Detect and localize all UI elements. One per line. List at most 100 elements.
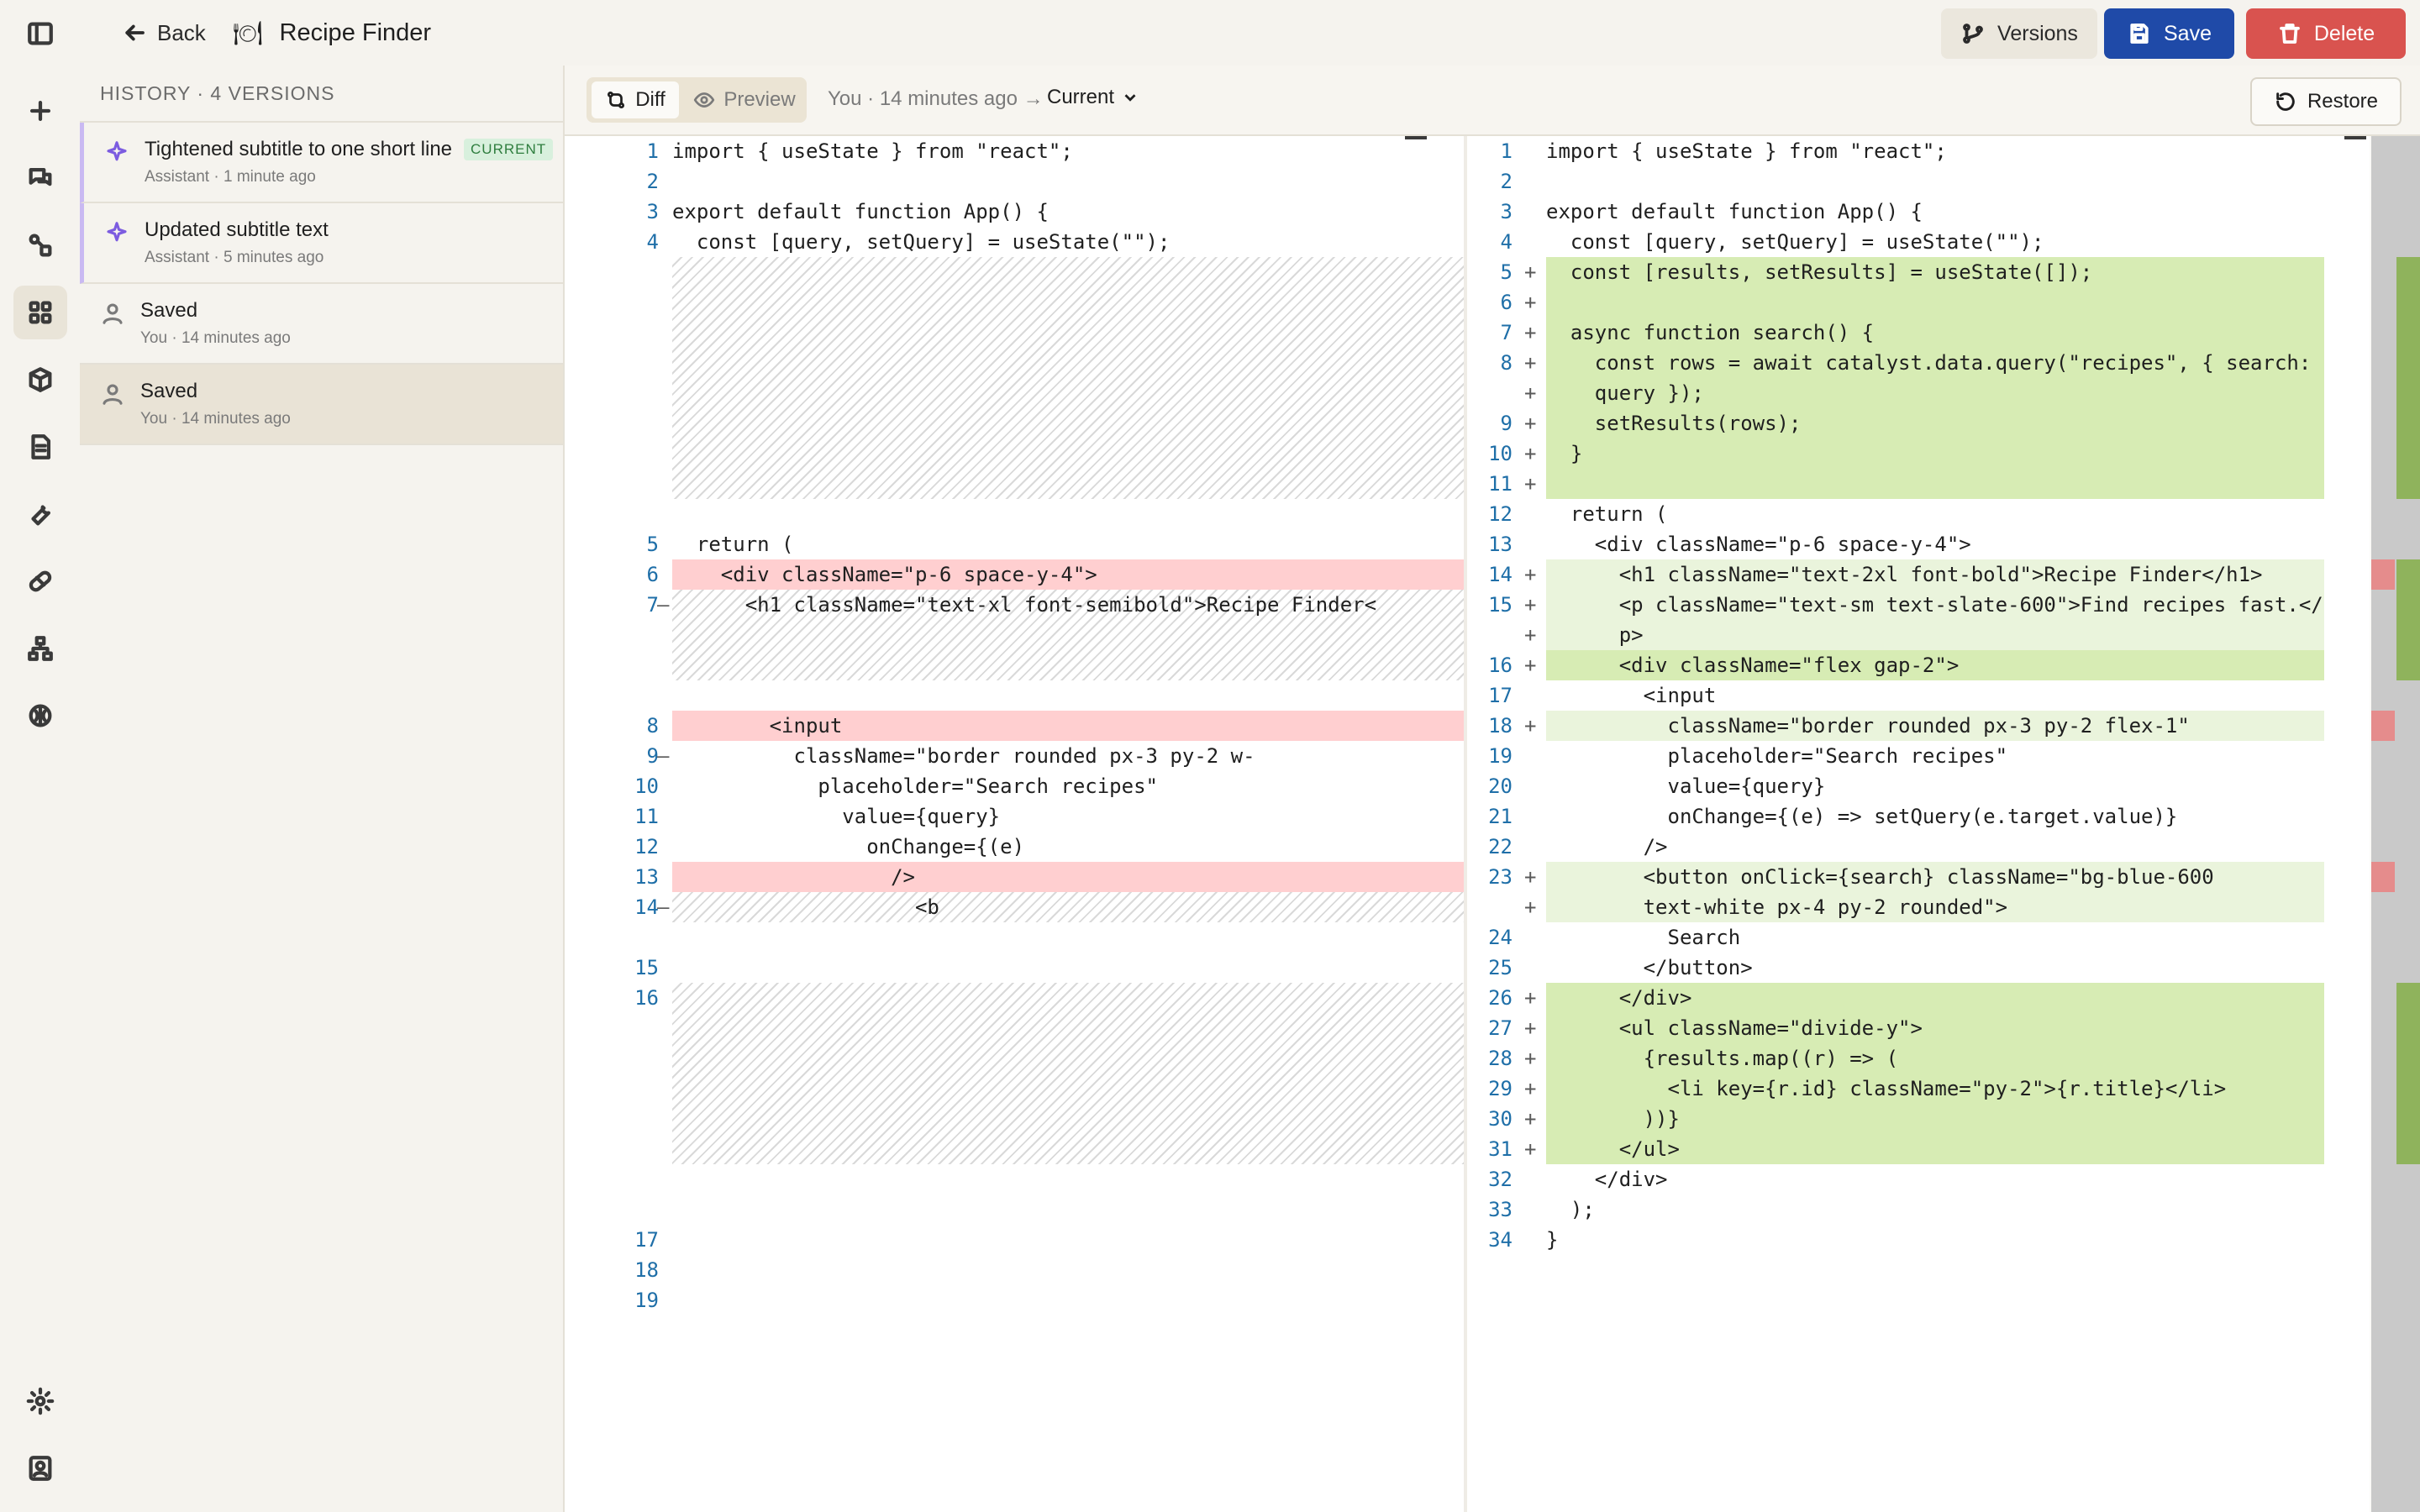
diff-icon xyxy=(608,91,625,109)
version-title: Saved xyxy=(140,299,198,322)
tool-icon[interactable] xyxy=(13,487,67,541)
line-number: 5 xyxy=(1500,260,1512,284)
diff-marker: + xyxy=(1524,563,1537,586)
code-line: 10 placeholder="Search recipes" xyxy=(565,771,1464,801)
line-number: 10 xyxy=(1488,442,1512,465)
line-number: 8 xyxy=(646,714,659,738)
line-number: 19 xyxy=(1488,744,1512,768)
code-text: async function search() { xyxy=(1546,321,1875,344)
versions-button[interactable]: Versions xyxy=(1941,8,2097,59)
branch-icon xyxy=(1963,24,1983,44)
diff-toolbar: Diff Preview You · 14 minutes ago → Curr… xyxy=(565,66,2420,136)
restore-label: Restore xyxy=(2307,90,2379,113)
code-line: 17 <input xyxy=(1467,680,2370,711)
line-number: 34 xyxy=(1488,1228,1512,1252)
code-text: <div className="p-6 space-y-4"> xyxy=(1546,533,1971,556)
diff-marker: – xyxy=(657,895,670,919)
code-text: </button> xyxy=(1546,956,1753,979)
version-item[interactable]: Updated subtitle text Assistant · 5 minu… xyxy=(80,203,563,284)
line-number: 27 xyxy=(1488,1016,1512,1040)
version-item[interactable]: Saved You · 14 minutes ago xyxy=(80,284,563,365)
version-title: Tightened subtitle to one short line xyxy=(145,138,453,160)
code-line: 32 </div> xyxy=(1467,1164,2370,1194)
code-line: 19 placeholder="Search recipes" xyxy=(1467,741,2370,771)
line-number: 13 xyxy=(1488,533,1512,556)
line-number: 16 xyxy=(634,986,659,1010)
user-icon xyxy=(100,381,125,407)
diff-minimap[interactable] xyxy=(2371,136,2420,1512)
line-number: 11 xyxy=(634,805,659,828)
code-line: 13 /> xyxy=(565,862,1464,892)
history-heading: HISTORY · 4 VERSIONS xyxy=(80,66,563,123)
code-text: onChange={(e) xyxy=(672,835,1025,858)
code-line: 16 + <div className="flex gap-2"> xyxy=(1467,650,2370,680)
diff-marker: + xyxy=(1524,865,1537,889)
code-text: text-white px-4 py-2 rounded"> xyxy=(1546,895,2008,919)
sidebar-toggle-icon[interactable] xyxy=(13,7,67,60)
compare-from: You · 14 minutes ago → xyxy=(828,87,1044,110)
profile-icon[interactable] xyxy=(13,1441,67,1495)
restore-icon xyxy=(2276,92,2295,111)
pill-icon[interactable] xyxy=(13,554,67,608)
diff-marker: + xyxy=(1524,895,1537,919)
tab-diff[interactable]: Diff xyxy=(592,81,679,118)
code-line: 24 Search xyxy=(1467,922,2370,953)
line-number: 20 xyxy=(1488,774,1512,798)
line-number: 15 xyxy=(634,956,659,979)
code-line: 20 value={query} xyxy=(1467,771,2370,801)
version-meta: You · 14 minutes ago xyxy=(140,410,291,428)
code-text: return ( xyxy=(672,533,794,556)
apps-grid-icon[interactable] xyxy=(13,286,67,339)
code-line: 9 + setResults(rows); xyxy=(1467,408,2370,438)
code-text: setResults(rows); xyxy=(1546,412,1802,435)
settings-icon[interactable] xyxy=(13,1374,67,1428)
code-text: <h1 className="text-xl font-semibold">Re… xyxy=(672,593,1377,617)
delete-button[interactable]: Delete xyxy=(2246,8,2406,59)
diff-marker: + xyxy=(1524,1137,1537,1161)
tab-preview[interactable]: Preview xyxy=(686,81,803,118)
diff-marker: + xyxy=(1524,1016,1537,1040)
line-number: 22 xyxy=(1488,835,1512,858)
code-text: <input xyxy=(672,714,843,738)
diff-marker: + xyxy=(1524,321,1537,344)
version-item-selected[interactable]: Saved You · 14 minutes ago xyxy=(80,365,563,445)
line-number: 21 xyxy=(1488,805,1512,828)
back-button[interactable]: Back xyxy=(122,15,206,50)
sitemap-icon[interactable] xyxy=(13,622,67,675)
line-number: 17 xyxy=(1488,684,1512,707)
code-text: </ul> xyxy=(1546,1137,1680,1161)
version-item[interactable]: Tightened subtitle to one short line CURR… xyxy=(80,123,563,203)
top-bar: Back 🍽 Recipe Finder Versions Save Delet… xyxy=(80,0,2420,67)
code-line: 22 /> xyxy=(1467,832,2370,862)
line-number: 19 xyxy=(634,1289,659,1312)
code-text: const [query, setQuery] = useState(""); xyxy=(1546,230,2044,254)
chat-icon[interactable] xyxy=(13,151,67,205)
sparkle-icon xyxy=(104,220,129,245)
new-icon[interactable] xyxy=(13,84,67,138)
code-line: 19 xyxy=(565,1285,1464,1315)
version-meta: Assistant · 5 minutes ago xyxy=(145,249,324,266)
sparkle-icon xyxy=(104,139,129,165)
code-line: 7– <h1 className="text-xl font-semibold"… xyxy=(565,590,1464,620)
code-line: 18 + className="border rounded px-3 py-2 … xyxy=(1467,711,2370,741)
compare-to-select[interactable]: Current xyxy=(1047,86,1139,109)
app-rail xyxy=(0,0,82,1512)
line-number: 3 xyxy=(1500,200,1512,223)
trash-icon xyxy=(2279,24,2300,44)
brain-icon[interactable] xyxy=(13,689,67,743)
code-line: 1 import { useState } from "react"; xyxy=(1467,136,2370,166)
view-mode-toggle: Diff Preview xyxy=(587,77,807,123)
package-icon[interactable] xyxy=(13,353,67,407)
document-icon[interactable] xyxy=(13,420,67,474)
code-line: 3 export default function App() { xyxy=(1467,197,2370,227)
restore-button[interactable]: Restore xyxy=(2250,77,2402,126)
shapes-icon[interactable] xyxy=(13,218,67,272)
diff-marker: + xyxy=(1524,986,1537,1010)
code-text: <div className="flex gap-2"> xyxy=(1546,654,1960,677)
save-button[interactable]: Save xyxy=(2104,8,2234,59)
code-line: 6 <div className="p-6 space-y-4"> xyxy=(565,559,1464,590)
line-number: 26 xyxy=(1488,986,1512,1010)
diff-marker: + xyxy=(1524,1077,1537,1100)
code-text: } xyxy=(1546,442,1583,465)
code-line: 27 + <ul className="divide-y"> xyxy=(1467,1013,2370,1043)
